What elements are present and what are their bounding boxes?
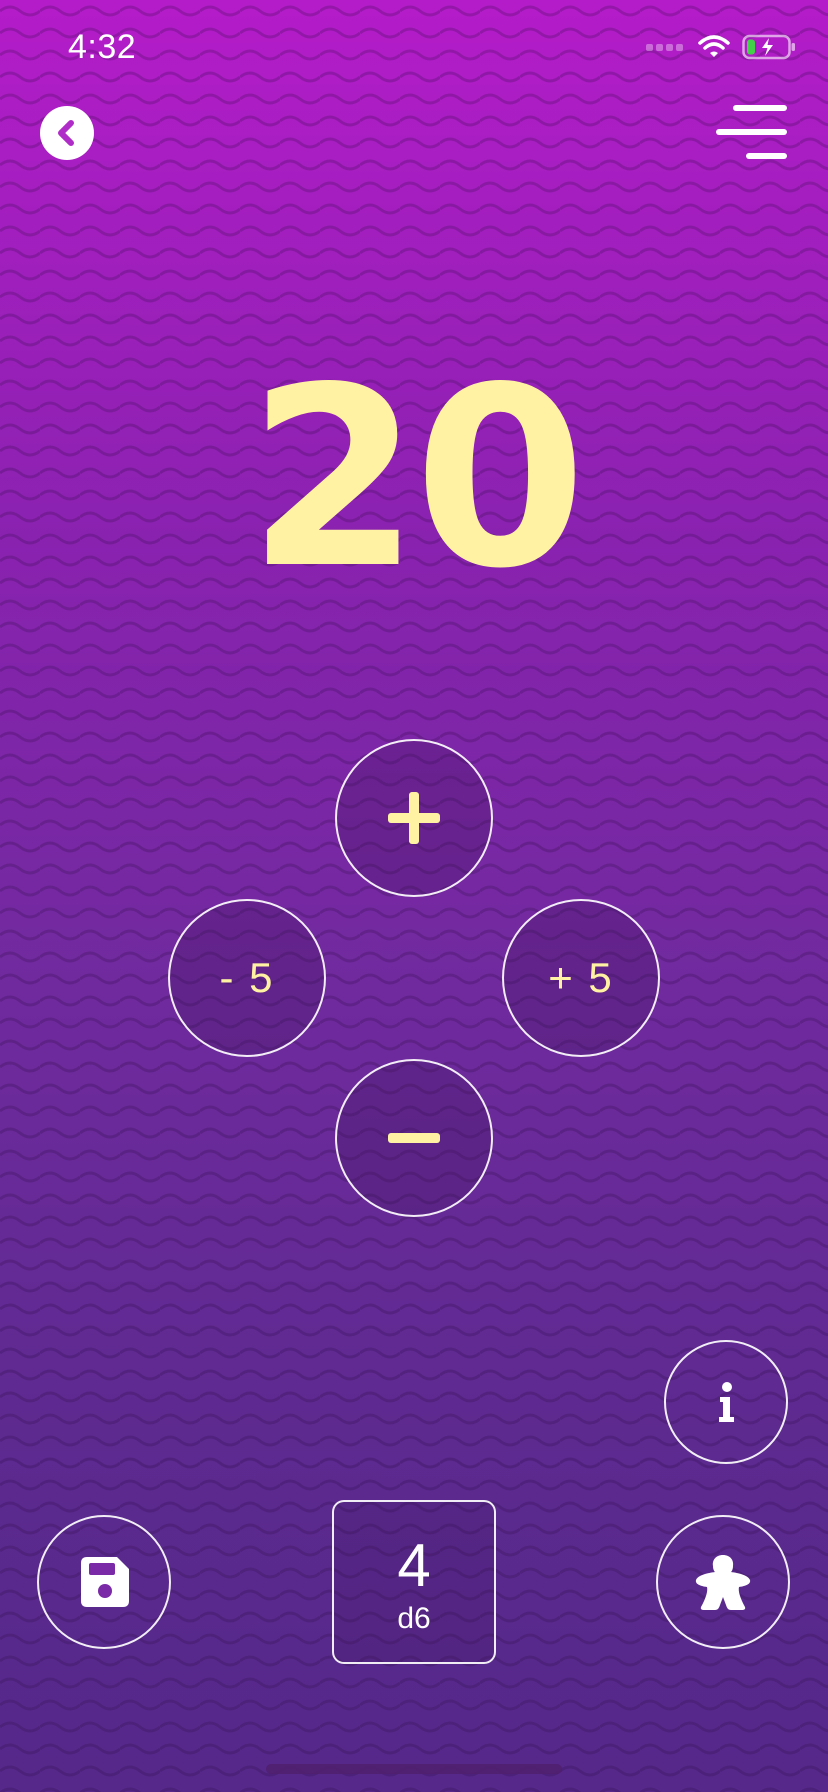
menu-button[interactable]	[716, 104, 788, 162]
battery-icon	[742, 34, 795, 60]
signal-icon	[646, 44, 683, 51]
info-button[interactable]	[664, 1340, 788, 1464]
chevron-left-icon	[58, 120, 74, 146]
status-time: 4:32	[68, 28, 137, 66]
dice-value: 4	[397, 1532, 431, 1599]
plus-icon	[388, 792, 440, 844]
minus-five-button[interactable]: - 5	[168, 899, 326, 1057]
floppy-disk-icon	[81, 1557, 129, 1607]
dice-type: d6	[397, 1602, 431, 1635]
save-button[interactable]	[37, 1515, 171, 1649]
status-icons	[646, 34, 796, 60]
player-button[interactable]	[656, 1515, 790, 1649]
minus-five-label: - 5	[219, 954, 275, 1001]
dice-roller[interactable]: 4 d6	[332, 1500, 496, 1664]
increment-button[interactable]	[335, 739, 493, 897]
back-button[interactable]	[40, 106, 94, 160]
wifi-icon	[698, 35, 730, 57]
meeple-icon	[695, 1555, 751, 1610]
decrement-button[interactable]	[335, 1059, 493, 1217]
plus-five-label: + 5	[548, 954, 614, 1001]
menu-icon	[716, 105, 787, 159]
minus-icon	[388, 1133, 440, 1143]
info-icon	[719, 1382, 734, 1422]
plus-five-button[interactable]: + 5	[502, 899, 660, 1057]
home-indicator	[266, 1764, 562, 1774]
life-counter-value: 20	[247, 335, 586, 623]
